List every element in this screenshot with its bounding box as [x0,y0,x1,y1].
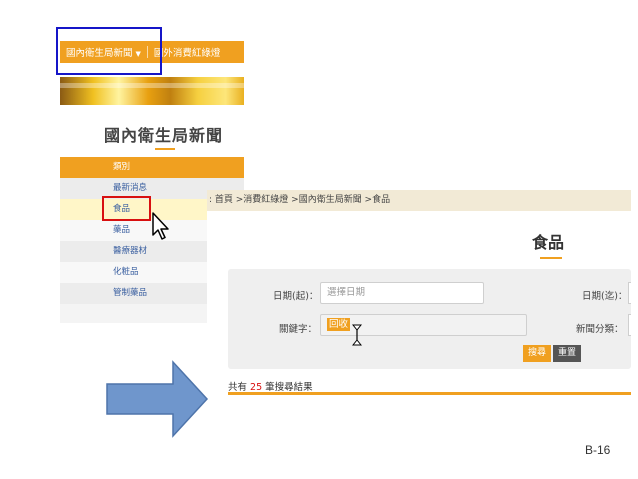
reset-button[interactable]: 重置 [553,345,582,362]
banner-image [60,77,244,105]
result-divider [228,392,631,395]
search-button[interactable]: 搜尋 [523,345,552,362]
page-title: 食品 [532,233,565,252]
date-from-input[interactable]: 選擇日期 [320,282,484,304]
search-panel: 日期(起)： 選擇日期 日期(迄)： 關鍵字： 回收 新聞分類： 搜尋 重置 [228,269,631,369]
result-summary: 共有 25 筆搜尋結果 [228,379,313,393]
title-underline [540,257,562,259]
date-to-input[interactable] [628,282,631,304]
mouse-pointer-icon [152,212,169,240]
date-to-label: 日期(迄)： [582,291,628,302]
page-header: 國內衛生局新聞 [60,105,244,157]
nav-highlight-box [56,27,162,75]
category-select[interactable] [628,314,631,336]
title-underline [155,148,175,150]
text-cursor-icon [352,324,362,346]
menu-header: 類別 [60,157,244,178]
keyword-value: 回收 [327,318,351,331]
right-screenshot: : 首頁 >消費紅綠燈 >國內衛生局新聞 >食品 食品 日期(起)： 選擇日期 … [207,190,631,395]
date-from-label: 日期(起)： [273,291,319,302]
slide-number: B-16 [585,443,611,457]
food-highlight-box [102,196,151,221]
page-title: 國內衛生局新聞 [104,126,224,145]
keyword-label: 關鍵字： [279,324,318,335]
breadcrumb: : 首頁 >消費紅綠燈 >國內衛生局新聞 >食品 [207,190,631,211]
category-label: 新聞分類： [576,324,624,335]
right-arrow-icon [106,360,209,438]
